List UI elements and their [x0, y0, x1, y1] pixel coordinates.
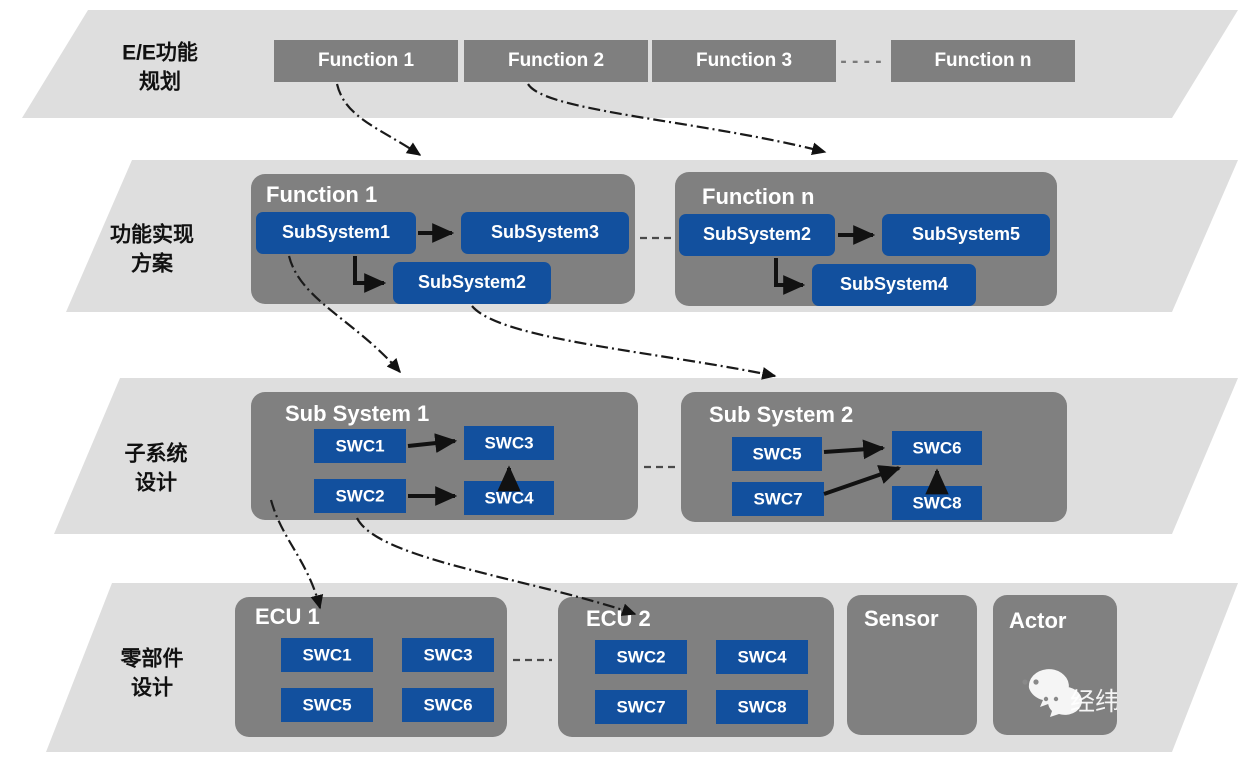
function-2-label: Function 2 [508, 50, 604, 71]
group-actor-title: Actor [1009, 608, 1067, 633]
band-function-realization: 功能实现 方案 Function 1 SubSystem1 SubSystem3… [66, 160, 1238, 312]
band-ee-function-planning: E/E功能 规划 Function 1 Function 2 Function … [22, 10, 1238, 118]
ecu2-swc2-label: SWC2 [616, 647, 665, 666]
function-3-label: Function 3 [696, 50, 792, 71]
group-sub-system-2[interactable]: Sub System 2 SWC5 SWC6 SWC7 SWC8 [681, 392, 1067, 522]
ecu1-swc3-label: SWC3 [423, 645, 472, 664]
ecu1-swc5-label: SWC5 [302, 695, 351, 714]
band-subsystem-design: 子系统 设计 Sub System 1 SWC1 SWC3 SWC2 SWC4 … [54, 378, 1238, 534]
subsystem3-label: SubSystem3 [491, 222, 599, 242]
swc1-label: SWC1 [335, 436, 384, 455]
swc7-label: SWC7 [753, 489, 802, 508]
ecu1-swc1-label: SWC1 [302, 645, 351, 664]
group-function-n-title: Function n [702, 184, 814, 209]
band-2-label-line2: 方案 [131, 252, 174, 276]
band-1-label-line2: 规划 [139, 71, 181, 94]
subsystem4-label: SubSystem4 [840, 274, 948, 294]
subsystem1-label: SubSystem1 [282, 222, 390, 242]
group-sub-system-1[interactable]: Sub System 1 SWC1 SWC3 SWC2 SWC4 [251, 392, 638, 520]
group-ecu-1[interactable]: ECU 1 SWC1 SWC3 SWC5 SWC6 [235, 597, 507, 737]
swc8-label: SWC8 [912, 493, 961, 512]
band-2-label-line1: 功能实现 [110, 223, 194, 247]
swc5-label: SWC5 [752, 444, 801, 463]
group-ecu-2[interactable]: ECU 2 SWC2 SWC4 SWC7 SWC8 [558, 597, 834, 737]
group-ecu-1-title: ECU 1 [255, 604, 320, 629]
ecu2-swc7-label: SWC7 [616, 697, 665, 716]
ecu1-swc6-label: SWC6 [423, 695, 472, 714]
group-sensor[interactable]: Sensor [847, 595, 977, 735]
diagram-canvas: E/E功能 规划 Function 1 Function 2 Function … [0, 0, 1238, 762]
swc3-label: SWC3 [484, 433, 533, 452]
band-4-label-line2: 设计 [131, 677, 173, 700]
swc6-label: SWC6 [912, 438, 961, 457]
subsystem2b-label: SubSystem2 [703, 224, 811, 244]
band-4-label-line1: 零部件 [120, 647, 184, 671]
layered-architecture-diagram: E/E功能 规划 Function 1 Function 2 Function … [22, 10, 1238, 752]
group-sub-system-1-title: Sub System 1 [285, 401, 429, 426]
swc2-label: SWC2 [335, 486, 384, 505]
ecu2-swc8-label: SWC8 [737, 697, 786, 716]
swc4-label: SWC4 [484, 488, 534, 507]
group-sensor-title: Sensor [864, 606, 939, 631]
band-3-label-line1: 子系统 [125, 442, 188, 466]
group-function-1[interactable]: Function 1 SubSystem1 SubSystem3 SubSyst… [251, 174, 635, 304]
function-1-label: Function 1 [318, 50, 414, 71]
band-1-label-line1: E/E功能 [122, 41, 198, 65]
ecu2-swc4-label: SWC4 [737, 647, 787, 666]
function-n-label: Function n [934, 50, 1031, 71]
group-function-1-title: Function 1 [266, 182, 377, 207]
band-2-shape [66, 160, 1238, 312]
link-subsystem2-to-group-sub-system-2 [471, 305, 777, 380]
band-component-design: 零部件 设计 ECU 1 SWC1 SWC3 SWC5 SWC6 ECU 2 S… [46, 583, 1238, 752]
function-ellipsis: - - - - [840, 51, 881, 72]
group-function-n[interactable]: Function n SubSystem2 SubSystem5 SubSyst… [675, 172, 1057, 306]
group-sub-system-2-title: Sub System 2 [709, 402, 853, 427]
subsystem5-label: SubSystem5 [912, 224, 1020, 244]
subsystem2-label: SubSystem2 [418, 272, 526, 292]
band-3-label-line2: 设计 [135, 472, 177, 495]
